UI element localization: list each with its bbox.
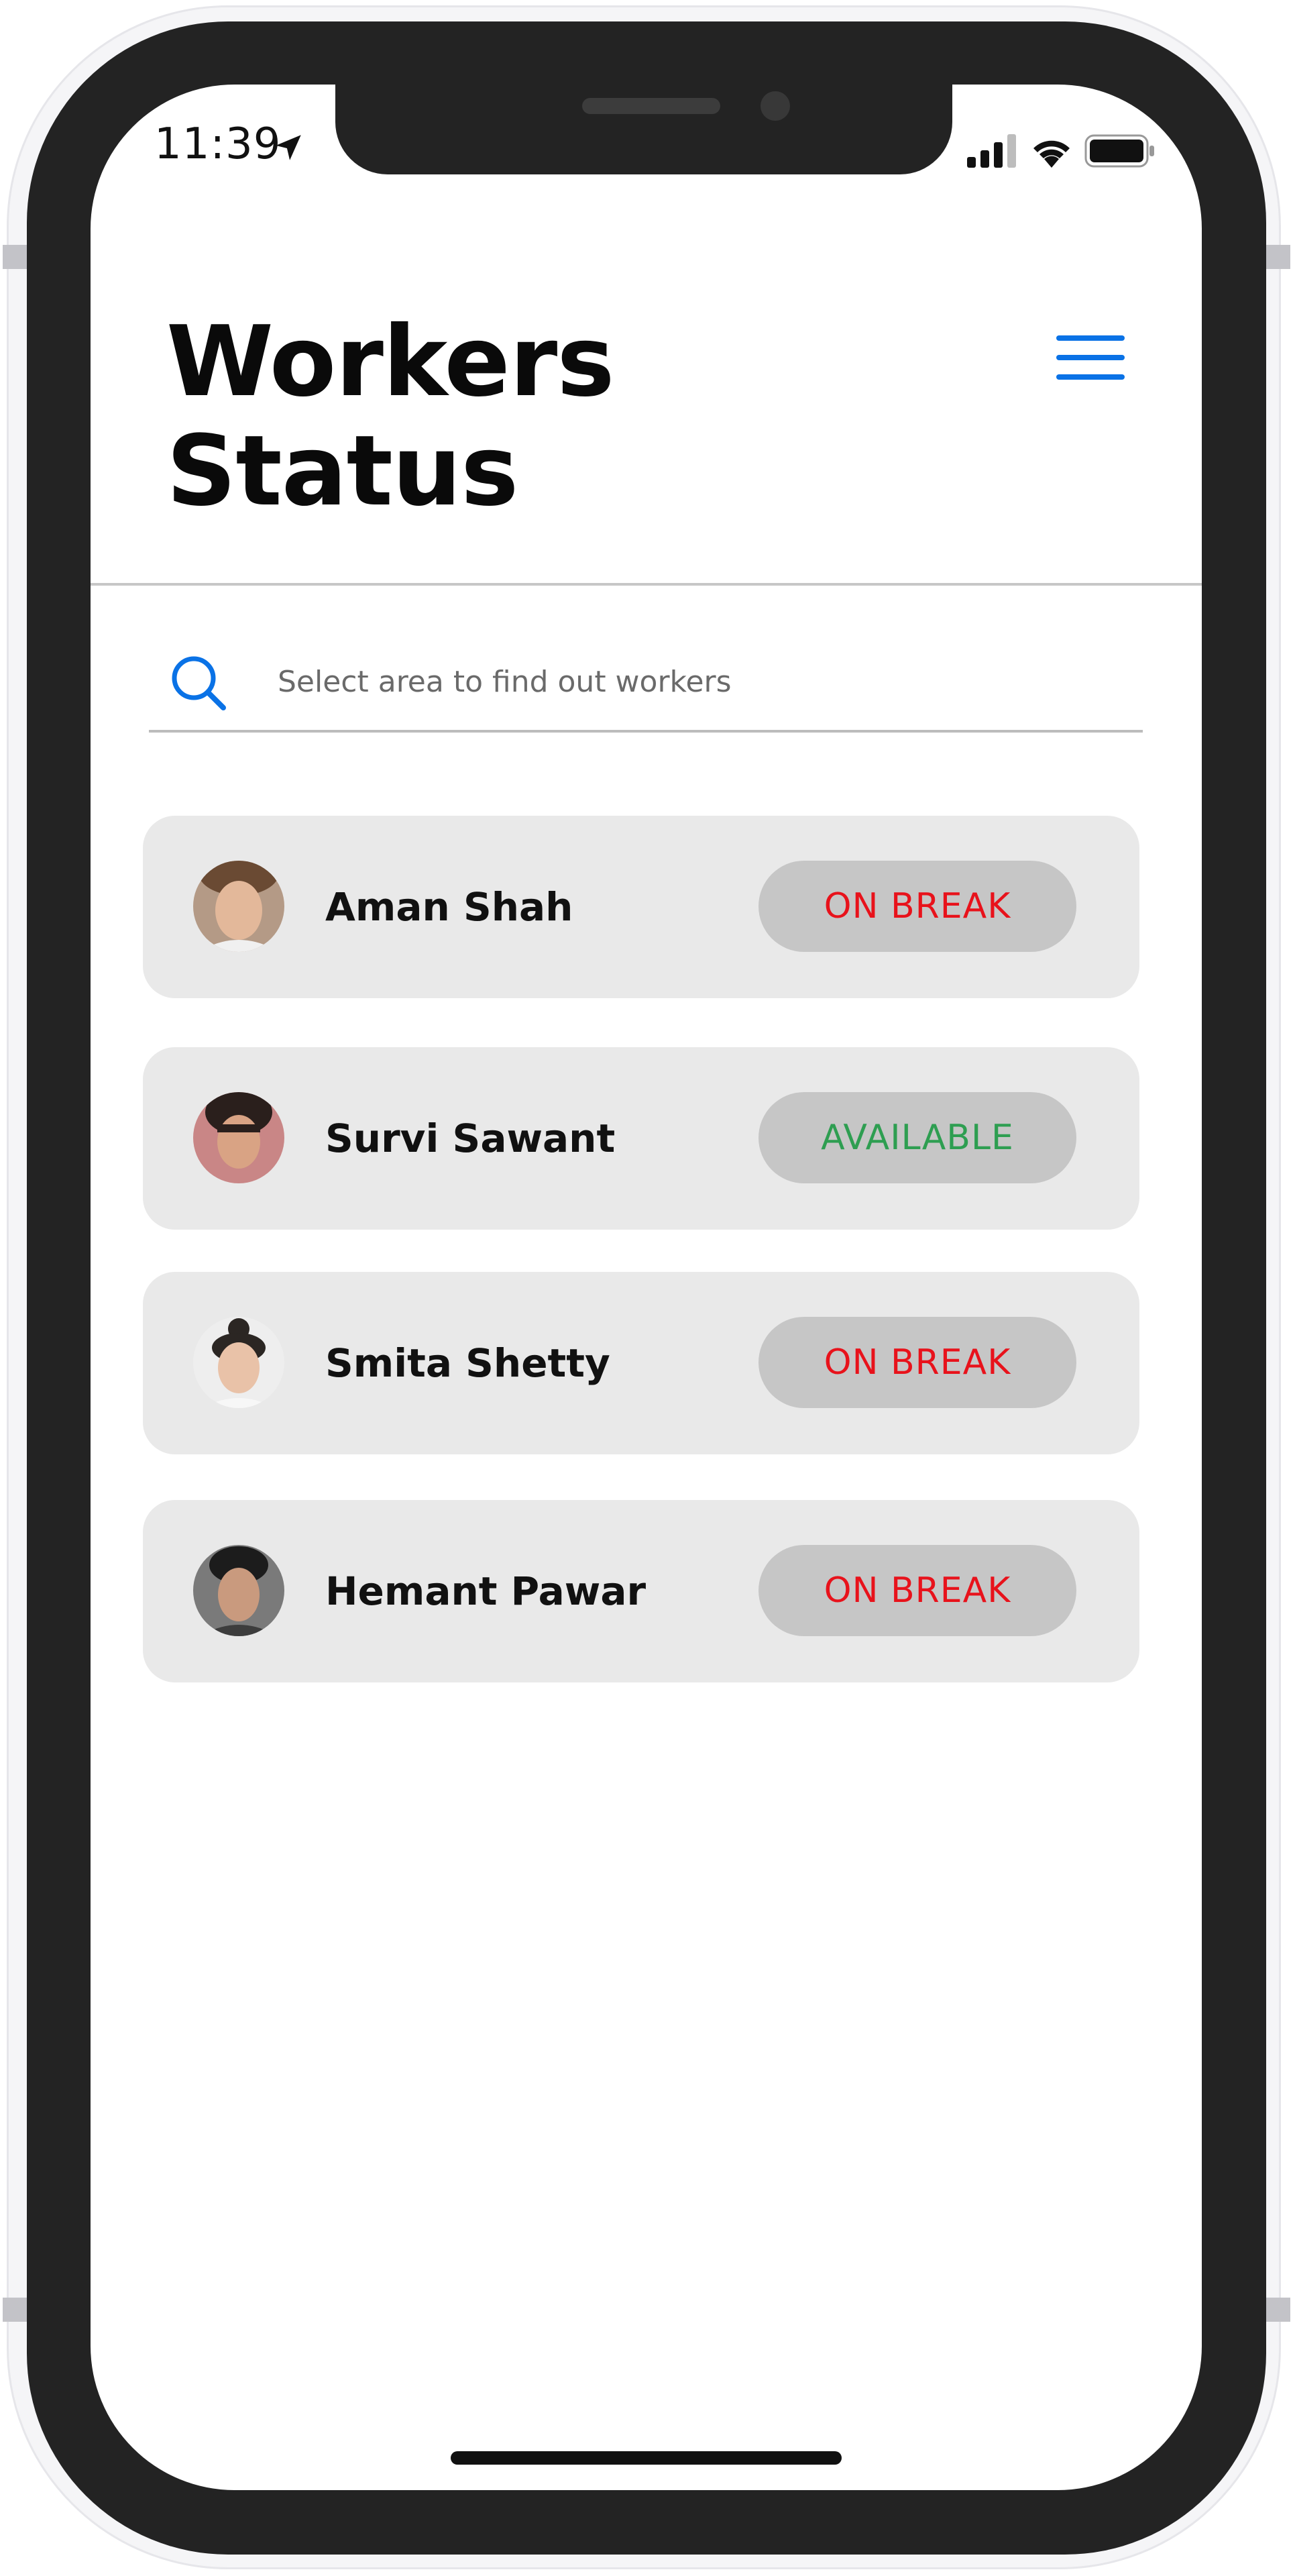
page-title-line2: Status: [166, 415, 518, 528]
worker-name: Survi Sawant: [325, 1116, 616, 1161]
hamburger-menu-icon[interactable]: [1056, 335, 1125, 381]
avatar: [193, 1545, 284, 1636]
worker-card-hemant-pawar[interactable]: Hemant Pawar ON BREAK: [143, 1500, 1139, 1682]
status-badge: ON BREAK: [758, 861, 1076, 952]
side-button-left-top: [3, 245, 30, 269]
worker-card-survi-sawant[interactable]: Survi Sawant AVAILABLE: [143, 1047, 1139, 1230]
search-input[interactable]: [278, 661, 1109, 702]
side-button-right-bottom: [1263, 2298, 1290, 2322]
home-indicator[interactable]: [451, 2451, 842, 2465]
battery-icon: [1084, 134, 1156, 170]
search-icon[interactable]: [170, 654, 229, 716]
side-button-left-bottom: [3, 2298, 30, 2322]
location-arrow-icon: [272, 131, 305, 167]
status-badge: AVAILABLE: [758, 1092, 1076, 1183]
status-time: 11:39: [154, 119, 282, 169]
avatar: [193, 1092, 284, 1183]
speaker-grille: [582, 98, 720, 114]
avatar: [193, 861, 284, 952]
worker-name: Aman Shah: [325, 884, 573, 930]
status-badge: ON BREAK: [758, 1317, 1076, 1408]
header-divider: [91, 583, 1202, 586]
worker-name: Smita Shetty: [325, 1340, 610, 1386]
page-title: Workers Status: [166, 307, 770, 526]
page-title-line1: Workers: [166, 305, 615, 419]
status-badge: ON BREAK: [758, 1545, 1076, 1636]
cellular-signal-icon: [967, 134, 1018, 170]
front-camera: [761, 91, 790, 121]
avatar: [193, 1317, 284, 1408]
worker-card-aman-shah[interactable]: Aman Shah ON BREAK: [143, 816, 1139, 998]
side-button-right-top: [1263, 245, 1290, 269]
worker-card-smita-shetty[interactable]: Smita Shetty ON BREAK: [143, 1272, 1139, 1454]
wifi-icon: [1029, 134, 1074, 170]
worker-name: Hemant Pawar: [325, 1568, 646, 1614]
search-underline: [149, 730, 1143, 733]
